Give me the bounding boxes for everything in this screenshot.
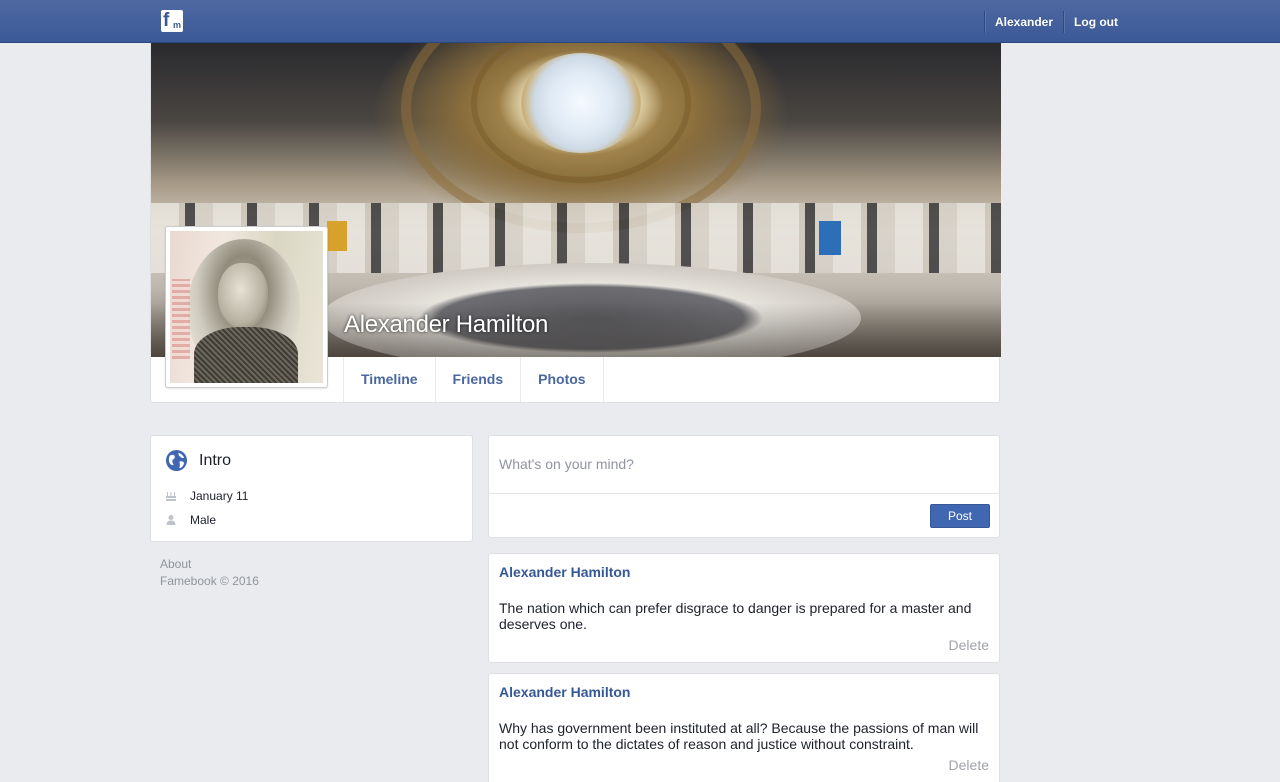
about-link[interactable]: About	[160, 556, 259, 573]
gender-row: Male	[165, 513, 216, 527]
nav-right: Alexander Log out	[984, 11, 1128, 33]
tab-timeline[interactable]: Timeline	[344, 357, 436, 402]
profile-header: Alexander Hamilton Timeline Friends Phot…	[150, 43, 1001, 403]
composer-divider	[489, 493, 999, 494]
profile-link[interactable]: Alexander	[985, 11, 1063, 33]
tab-photos[interactable]: Photos	[521, 357, 604, 402]
profile-picture[interactable]	[165, 226, 328, 388]
profile-name[interactable]: Alexander Hamilton	[344, 311, 548, 339]
post-body: Why has government been instituted at al…	[499, 720, 979, 752]
tab-friends[interactable]: Friends	[436, 357, 522, 402]
post-author[interactable]: Alexander Hamilton	[499, 564, 630, 580]
intro-header: Intro	[165, 449, 231, 472]
delete-post-button[interactable]: Delete	[949, 637, 989, 653]
birthday-cake-icon	[166, 492, 176, 501]
birthday-row: January 11	[165, 489, 248, 503]
globe-icon	[165, 449, 188, 472]
status-input[interactable]	[489, 436, 999, 493]
post-author[interactable]: Alexander Hamilton	[499, 684, 630, 700]
birthday-text: January 11	[190, 489, 249, 503]
post-button[interactable]: Post	[930, 504, 990, 528]
top-navbar: fm Alexander Log out	[0, 0, 1280, 43]
post-card: Alexander Hamilton The nation which can …	[488, 553, 1000, 663]
intro-card: Intro January 11 Male	[150, 435, 473, 542]
post-composer: Post	[488, 435, 1000, 538]
person-icon	[166, 515, 176, 525]
footer: About Famebook © 2016	[160, 556, 259, 590]
gender-text: Male	[190, 513, 217, 527]
intro-title: Intro	[199, 451, 232, 469]
profile-tabs: Timeline Friends Photos	[343, 357, 604, 402]
post-body: The nation which can prefer disgrace to …	[499, 600, 972, 632]
avatar-image	[170, 231, 323, 383]
post-card: Alexander Hamilton Why has government be…	[488, 673, 1000, 782]
delete-post-button[interactable]: Delete	[949, 757, 989, 773]
copyright-text: Famebook © 2016	[160, 574, 259, 588]
famebook-logo-icon[interactable]: fm	[161, 10, 183, 32]
logout-link[interactable]: Log out	[1064, 11, 1128, 33]
